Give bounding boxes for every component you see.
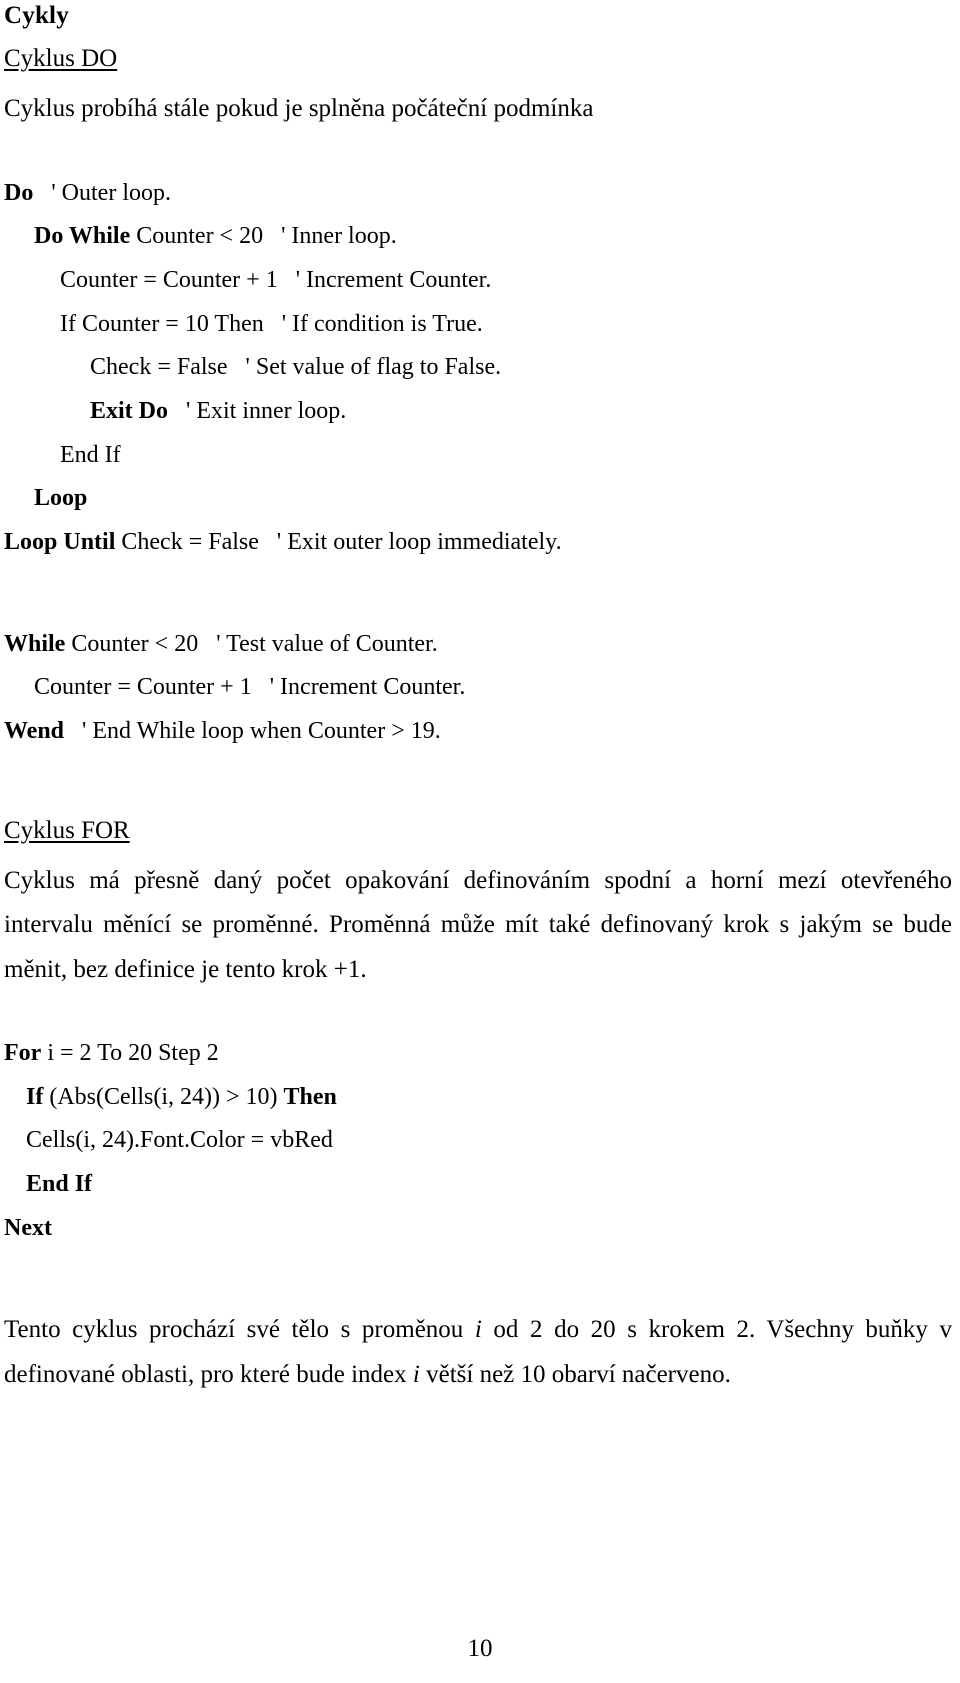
section-intro-cyklus-do: Cyklus probíhá stále pokud je splněna po…: [4, 95, 594, 122]
code-line: Wend ' End While loop when Counter > 19.: [4, 710, 952, 754]
code-keyword: Wend: [4, 717, 65, 744]
code-block-for: For i = 2 To 20 Step 2 If (Abs(Cells(i, 2…: [4, 1032, 952, 1250]
code-comment: ' End While loop when Counter > 19.: [64, 717, 441, 744]
code-text: i = 2 To 20 Step 2: [41, 1040, 219, 1067]
code-keyword: For: [4, 1040, 42, 1067]
page-title: Cykly: [4, 2, 69, 29]
code-block-do: Do ' Outer loop. Do While Counter < 20 ' …: [4, 172, 952, 565]
code-keyword: Do: [4, 179, 34, 206]
variable-name: i: [412, 1360, 420, 1388]
code-comment: ' Exit inner loop.: [168, 397, 347, 424]
code-line: Next: [4, 1207, 952, 1251]
code-text: Check = False: [115, 528, 259, 555]
section-intro-cyklus-for: Cyklus má přesně daný počet opakování de…: [4, 866, 952, 983]
code-comment: ' Set value of flag to False.: [227, 354, 502, 381]
code-comment: ' Exit outer loop immediately.: [258, 528, 562, 555]
code-text: Counter < 20: [65, 630, 199, 657]
code-text: Check = False: [90, 354, 228, 381]
code-comment: ' Inner loop.: [263, 223, 397, 250]
section-heading-cyklus-for: Cyklus FOR: [4, 816, 130, 844]
code-line: Loop: [4, 477, 952, 521]
code-comment: ' If condition is True.: [263, 310, 483, 337]
code-text: Cells(i, 24).Font.Color = vbRed: [26, 1127, 333, 1154]
code-line: End If: [4, 1163, 952, 1207]
code-text: Counter = Counter + 1: [34, 674, 252, 701]
code-line: If (Abs(Cells(i, 24)) > 10) Then: [4, 1076, 952, 1120]
code-keyword: End If: [26, 1171, 93, 1198]
code-line: Counter = Counter + 1 ' Increment Counte…: [4, 259, 952, 303]
code-line: If Counter = 10 Then ' If condition is T…: [4, 303, 952, 347]
code-comment: ' Outer loop.: [33, 179, 171, 206]
code-text: Counter < 20: [130, 223, 264, 250]
code-keyword: Then: [283, 1083, 337, 1110]
code-line: Do ' Outer loop.: [4, 172, 952, 216]
code-comment: ' Increment Counter.: [251, 674, 466, 701]
code-comment: ' Test value of Counter.: [198, 630, 438, 657]
document-page: Cykly Cyklus DO Cyklus probíhá stále pok…: [0, 0, 960, 1683]
code-line: Do While Counter < 20 ' Inner loop.: [4, 215, 952, 259]
code-line: For i = 2 To 20 Step 2: [4, 1032, 952, 1076]
closing-text: větší než 10 obarví načerveno.: [419, 1360, 731, 1388]
code-line: Cells(i, 24).Font.Color = vbRed: [4, 1119, 952, 1163]
code-text: Counter = Counter + 1: [60, 266, 278, 293]
code-line: While Counter < 20 ' Test value of Count…: [4, 623, 952, 667]
section-heading-cyklus-do: Cyklus DO: [4, 45, 118, 72]
code-line: Counter = Counter + 1 ' Increment Counte…: [4, 666, 952, 710]
closing-text: Tento cyklus prochází své tělo s proměno…: [4, 1316, 475, 1344]
page-number: 10: [467, 1635, 493, 1662]
code-keyword: Loop: [34, 485, 88, 512]
code-keyword: If: [26, 1083, 44, 1110]
closing-paragraph: Tento cyklus prochází své tělo s proměno…: [4, 1308, 952, 1397]
code-keyword: While: [4, 630, 66, 657]
code-keyword: Do While: [34, 223, 131, 250]
code-keyword: Exit Do: [90, 397, 168, 424]
variable-name: i: [474, 1316, 482, 1344]
code-line: Check = False ' Set value of flag to Fal…: [4, 346, 952, 390]
code-line: Loop Until Check = False ' Exit outer lo…: [4, 521, 952, 565]
code-keyword: Next: [4, 1214, 52, 1241]
code-text: If Counter = 10 Then: [60, 310, 264, 337]
code-block-while: While Counter < 20 ' Test value of Count…: [4, 623, 952, 754]
code-comment: ' Increment Counter.: [277, 266, 492, 293]
code-keyword: Loop Until: [4, 528, 116, 555]
code-text: End If: [60, 441, 121, 468]
code-text: (Abs(Cells(i, 24)) > 10): [43, 1083, 284, 1110]
code-line: End If: [4, 434, 952, 478]
code-line: Exit Do ' Exit inner loop.: [4, 390, 952, 434]
